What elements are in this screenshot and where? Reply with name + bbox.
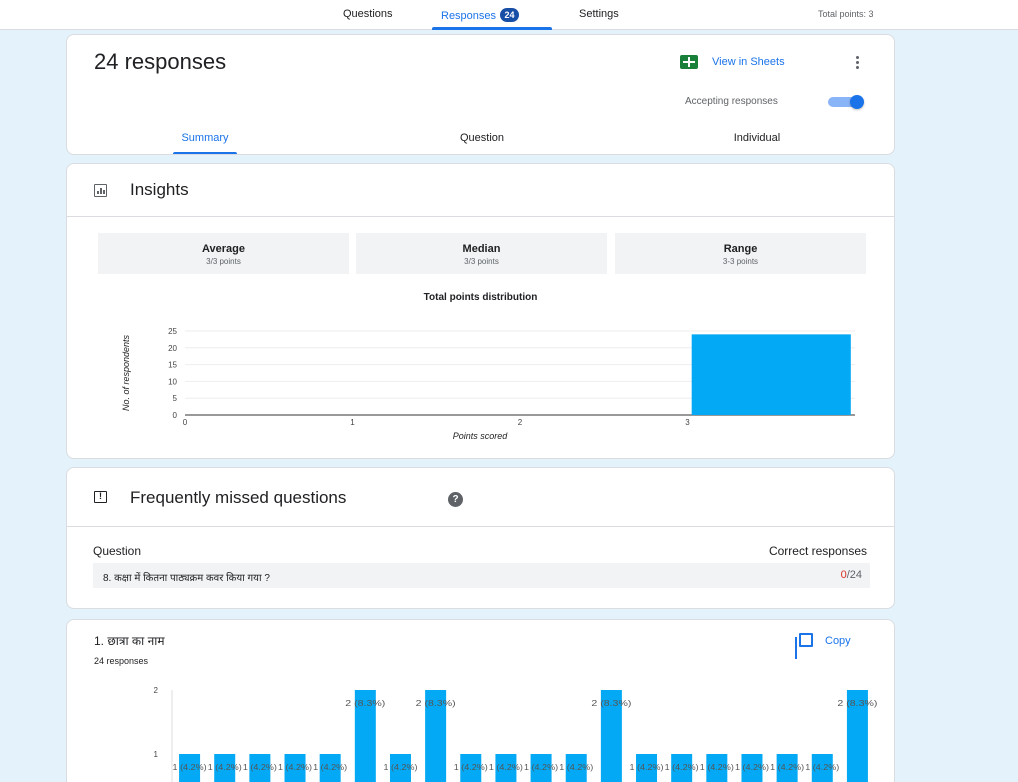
copy-icon	[795, 633, 813, 649]
stat-average-label: Average	[201, 243, 245, 255]
data-label: 1 (4.2%)	[383, 763, 417, 772]
insights-header: Insights	[67, 164, 894, 217]
y-tick-label: 5	[173, 394, 178, 403]
missed-questions-title: Frequently missed questions	[130, 488, 347, 507]
data-label: 2 (8.3%)	[416, 699, 456, 708]
response-count: 24 responses	[94, 656, 149, 666]
correct-responses-value: 0/24	[841, 569, 862, 581]
view-in-sheets-label[interactable]: View in Sheets	[712, 56, 785, 68]
data-label: 1 (4.2%)	[489, 763, 523, 772]
sheets-icon	[680, 55, 698, 69]
responses-header-card: 24 responses View in Sheets Accepting re…	[66, 34, 895, 155]
stat-range-label: Range	[723, 243, 758, 255]
insights-icon	[94, 184, 107, 197]
copy-label[interactable]: Copy	[825, 635, 851, 647]
top-nav: Questions Responses 24 Settings Total poi…	[0, 0, 1018, 30]
data-label: 1 (4.2%)	[454, 763, 488, 772]
data-label: 1 (4.2%)	[735, 763, 769, 772]
data-label: 1 (4.2%)	[313, 763, 347, 772]
insights-card: Insights Average 3/3 points Median 3/3 p…	[66, 163, 895, 459]
y-tick-label: 10	[168, 377, 177, 386]
view-in-sheets-button[interactable]	[680, 54, 698, 70]
tab-settings[interactable]: Settings	[579, 8, 619, 20]
x-tick-label: 1	[350, 418, 355, 427]
distribution-chart-title: Total points distribution	[423, 292, 538, 303]
stat-average-value: 3/3 points	[206, 257, 241, 266]
data-label: 1 (4.2%)	[630, 763, 664, 772]
subtab-individual[interactable]: Individual	[707, 132, 807, 144]
y-axis-label: No. of respondents	[121, 334, 131, 411]
subtab-question[interactable]: Question	[432, 132, 532, 144]
x-tick-label: 0	[183, 418, 188, 427]
subtab-indicator	[173, 152, 237, 154]
missed-questions-card: ! Frequently missed questions ? Question…	[66, 467, 895, 609]
data-label: 1 (4.2%)	[243, 763, 277, 772]
data-label: 2 (8.3%)	[837, 699, 877, 708]
y-tick-label: 20	[168, 344, 177, 353]
data-label: 1 (4.2%)	[770, 763, 804, 772]
column-question: Question	[93, 544, 142, 558]
stat-median-label: Median	[462, 243, 501, 255]
data-label: 2 (8.3%)	[591, 699, 631, 708]
y-tick-label: 1	[154, 750, 159, 759]
stat-range: Range 3-3 points	[615, 233, 866, 274]
active-tab-indicator	[432, 27, 552, 30]
x-axis-label: Points scored	[453, 431, 509, 441]
y-tick-label: 0	[173, 411, 178, 420]
missed-question-row[interactable]: 8. कक्षा में कितना पाठ्यक्रम कवर किया गय…	[93, 563, 870, 588]
bar	[691, 334, 851, 415]
help-icon[interactable]: ?	[448, 492, 463, 507]
question-title: 1. छात्रा का नाम	[94, 634, 165, 648]
question-1-bar-chart: 121 (4.2%) 1 (4.2%) 1 (4.2%) 1 (4.2%) 1 (4.2…	[154, 686, 878, 782]
data-label: 1 (4.2%)	[173, 763, 207, 772]
x-tick-label: 2	[518, 418, 523, 427]
tab-responses-label: Responses	[441, 10, 497, 22]
data-label: 1 (4.2%)	[700, 763, 734, 772]
column-correct-responses: Correct responses	[768, 544, 867, 558]
stat-average: Average 3/3 points	[98, 233, 349, 274]
data-label: 1 (4.2%)	[805, 763, 839, 772]
x-tick-label: 3	[685, 418, 690, 427]
data-label: 1 (4.2%)	[559, 763, 593, 772]
insights-title: Insights	[130, 180, 189, 199]
responses-count-badge: 24	[500, 8, 520, 22]
question-1-card: 1. छात्रा का नाम 24 responses Copy 1 2 1 (…	[66, 619, 895, 782]
tab-responses[interactable]: Responses 24	[441, 8, 520, 22]
total-points: Total points: 3	[818, 9, 874, 19]
y-tick-label: 15	[168, 361, 177, 370]
y-tick-label: 2	[154, 686, 159, 695]
accepting-responses-toggle[interactable]	[828, 95, 866, 109]
more-options-icon[interactable]	[847, 52, 867, 72]
points-distribution-chart: 0 5 10 15 20 25 0 1 2 3 Points scored No. of respon…	[121, 327, 855, 441]
missed-question-text: 8. कक्षा में कितना पाठ्यक्रम कवर किया गय…	[103, 573, 270, 584]
data-label: 2 (8.3%)	[345, 699, 385, 708]
correct-total: /24	[846, 569, 862, 581]
accepting-responses-label: Accepting responses	[685, 96, 778, 107]
responses-title: 24 responses	[94, 49, 227, 74]
missed-questions-header: ! Frequently missed questions ?	[67, 468, 894, 527]
tab-questions[interactable]: Questions	[343, 8, 393, 20]
stat-range-value: 3-3 points	[722, 257, 759, 266]
data-label: 1 (4.2%)	[208, 763, 242, 772]
stat-median: Median 3/3 points	[356, 233, 607, 274]
alert-icon: !	[94, 491, 107, 503]
y-tick-label: 25	[168, 327, 177, 336]
data-label: 1 (4.2%)	[665, 763, 699, 772]
stat-median-value: 3/3 points	[464, 257, 499, 266]
subtab-summary[interactable]: Summary	[173, 132, 237, 144]
data-label: 1 (4.2%)	[524, 763, 558, 772]
data-label: 1 (4.2%)	[278, 763, 312, 772]
